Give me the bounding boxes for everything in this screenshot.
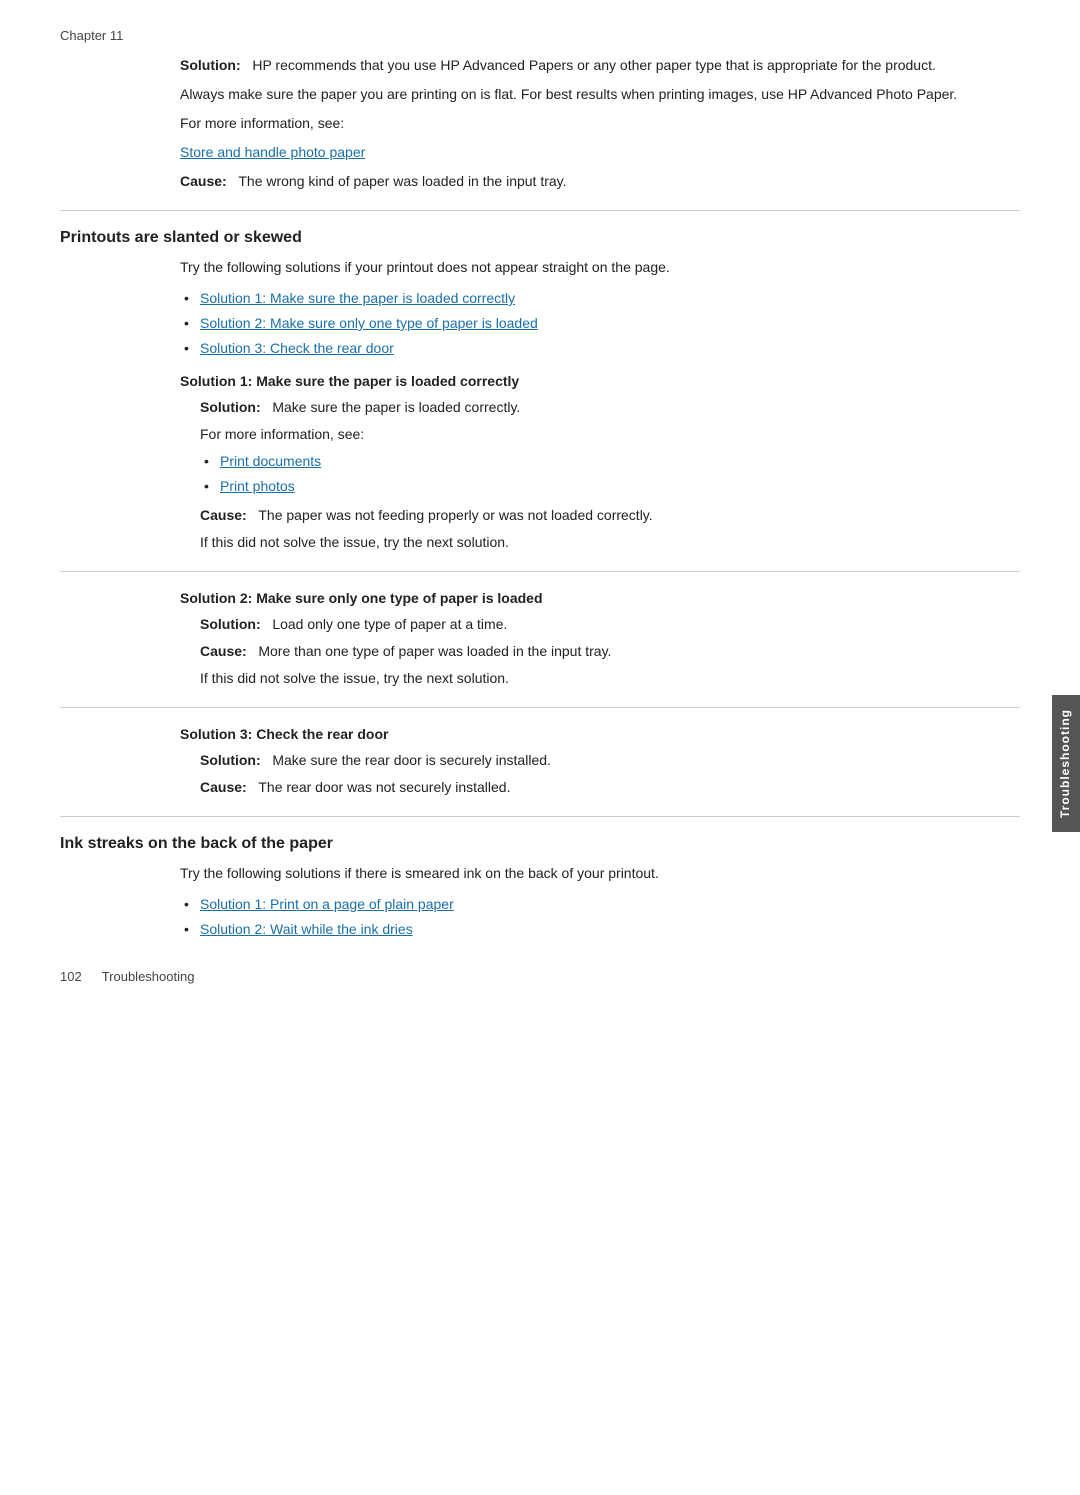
- solution2-solution-text: Load only one type of paper at a time.: [272, 616, 507, 632]
- solution1-cause-para: Cause: The paper was not feeding properl…: [200, 505, 1020, 526]
- chapter-label: Chapter 11: [60, 28, 1020, 43]
- solution2-title: Solution 2: Make sure only one type of p…: [60, 590, 1020, 606]
- slanted-bullet-2[interactable]: Solution 2: Make sure only one type of p…: [200, 313, 1020, 334]
- footer: 102 Troubleshooting: [60, 969, 1020, 984]
- solution2-solution-para: Solution: Load only one type of paper at…: [200, 614, 1020, 635]
- slanted-bullet-1[interactable]: Solution 1: Make sure the paper is loade…: [200, 288, 1020, 309]
- divider-2: [60, 571, 1020, 572]
- page-container: Chapter 11 Solution: HP recommends that …: [0, 0, 1080, 1012]
- solution3-cause-text: The rear door was not securely installed…: [258, 779, 510, 795]
- solution1-cause-text: The paper was not feeding properly or wa…: [258, 507, 652, 523]
- solution1-link-2[interactable]: Print photos: [220, 476, 1020, 497]
- solution3-cause-label: Cause:: [200, 779, 247, 795]
- solution3-title: Solution 3: Check the rear door: [60, 726, 1020, 742]
- solution2-body: Solution: Load only one type of paper at…: [60, 614, 1020, 689]
- solution1-solution-label: Solution:: [200, 399, 261, 415]
- top-cause-para: Cause: The wrong kind of paper was loade…: [180, 171, 1020, 192]
- solution2-next: If this did not solve the issue, try the…: [200, 668, 1020, 689]
- solution-label: Solution:: [180, 57, 241, 73]
- divider-1: [60, 210, 1020, 211]
- section-ink-intro: Try the following solutions if there is …: [60, 863, 1020, 884]
- slanted-bullets: Solution 1: Make sure the paper is loade…: [60, 288, 1020, 359]
- solution3-cause-para: Cause: The rear door was not securely in…: [200, 777, 1020, 798]
- solution1-solution-text: Make sure the paper is loaded correctly.: [272, 399, 520, 415]
- footer-page-number: 102: [60, 969, 82, 984]
- solution2-solution-label: Solution:: [200, 616, 261, 632]
- solution1-body: Solution: Make sure the paper is loaded …: [60, 397, 1020, 445]
- slanted-link-1[interactable]: Solution 1: Make sure the paper is loade…: [200, 290, 515, 306]
- print-documents-link[interactable]: Print documents: [220, 453, 321, 469]
- cause-label-top: Cause:: [180, 173, 227, 189]
- ink-bullet-1[interactable]: Solution 1: Print on a page of plain pap…: [200, 894, 1020, 915]
- section-slanted-intro: Try the following solutions if your prin…: [60, 257, 1020, 278]
- store-photo-paper-link[interactable]: Store and handle photo paper: [180, 144, 365, 160]
- solution2-cause-text: More than one type of paper was loaded i…: [258, 643, 611, 659]
- footer-text: Troubleshooting: [102, 969, 195, 984]
- slanted-link-2[interactable]: Solution 2: Make sure only one type of p…: [200, 315, 538, 331]
- top-section: Solution: HP recommends that you use HP …: [60, 55, 1020, 192]
- side-tab-label: Troubleshooting: [1058, 709, 1072, 818]
- solution-text: HP recommends that you use HP Advanced P…: [252, 57, 936, 73]
- print-photos-link[interactable]: Print photos: [220, 478, 295, 494]
- solution1-title: Solution 1: Make sure the paper is loade…: [60, 373, 1020, 389]
- divider-3: [60, 707, 1020, 708]
- top-solution-para: Solution: HP recommends that you use HP …: [180, 55, 1020, 76]
- solution3-body: Solution: Make sure the rear door is sec…: [60, 750, 1020, 798]
- ink-link-2[interactable]: Solution 2: Wait while the ink dries: [200, 921, 413, 937]
- slanted-bullet-3[interactable]: Solution 3: Check the rear door: [200, 338, 1020, 359]
- solution1-link-1[interactable]: Print documents: [220, 451, 1020, 472]
- solution1-links: Print documents Print photos: [60, 451, 1020, 497]
- top-link-store[interactable]: Store and handle photo paper: [180, 142, 1020, 163]
- divider-4: [60, 816, 1020, 817]
- side-tab: Troubleshooting: [1052, 695, 1080, 832]
- solution1-cause-label: Cause:: [200, 507, 247, 523]
- section-slanted: Printouts are slanted or skewed Try the …: [60, 229, 1020, 817]
- solution3-solution-label: Solution:: [200, 752, 261, 768]
- ink-link-1[interactable]: Solution 1: Print on a page of plain pap…: [200, 896, 454, 912]
- solution1-solution-para: Solution: Make sure the paper is loaded …: [200, 397, 1020, 418]
- solution1-for-more: For more information, see:: [200, 424, 1020, 445]
- ink-bullet-2[interactable]: Solution 2: Wait while the ink dries: [200, 919, 1020, 940]
- section-slanted-title: Printouts are slanted or skewed: [60, 229, 1020, 247]
- section-ink-title: Ink streaks on the back of the paper: [60, 835, 1020, 853]
- solution3-solution-para: Solution: Make sure the rear door is sec…: [200, 750, 1020, 771]
- section-ink: Ink streaks on the back of the paper Try…: [60, 835, 1020, 940]
- solution2-cause-para: Cause: More than one type of paper was l…: [200, 641, 1020, 662]
- top-para2: For more information, see:: [180, 113, 1020, 134]
- slanted-link-3[interactable]: Solution 3: Check the rear door: [200, 340, 394, 356]
- solution2-cause-label: Cause:: [200, 643, 247, 659]
- cause-text-top: The wrong kind of paper was loaded in th…: [238, 173, 566, 189]
- solution1-next: If this did not solve the issue, try the…: [200, 532, 1020, 553]
- ink-bullets: Solution 1: Print on a page of plain pap…: [60, 894, 1020, 940]
- solution1-cause-body: Cause: The paper was not feeding properl…: [60, 505, 1020, 553]
- top-para1: Always make sure the paper you are print…: [180, 84, 1020, 105]
- solution3-solution-text: Make sure the rear door is securely inst…: [272, 752, 551, 768]
